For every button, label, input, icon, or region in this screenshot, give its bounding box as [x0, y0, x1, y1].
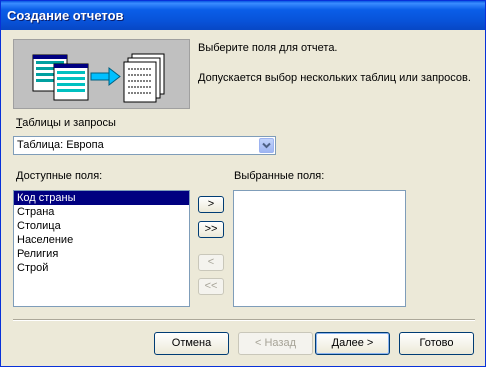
available-field-item[interactable]: Население [14, 233, 189, 247]
intro-text-1: Выберите поля для отчета. [198, 42, 338, 54]
available-fields-mnemonic: Д [16, 170, 24, 182]
available-field-item[interactable]: Столица [14, 219, 189, 233]
available-field-item[interactable]: Код страны [14, 191, 189, 205]
tables-queries-label-text: аблицы и запросы [22, 117, 116, 129]
finish-button[interactable]: Готово [399, 332, 474, 355]
window-title: Создание отчетов [7, 8, 124, 23]
chevron-down-icon [262, 142, 271, 149]
available-field-item[interactable]: Строй [14, 261, 189, 275]
footer-separator [13, 319, 475, 321]
next-button[interactable]: Далее > [315, 332, 390, 355]
available-fields-label: Доступные поля: [16, 170, 102, 182]
intro-text-2: Допускается выбор нескольких таблиц или … [198, 72, 471, 84]
selected-fields-list[interactable] [233, 190, 406, 307]
report-wizard-window: Создание отчетов Выберите поля для отчет… [0, 0, 486, 367]
tables-queries-value: Таблица: Европа [17, 139, 104, 151]
tables-queries-combobox[interactable]: Таблица: Европа [13, 136, 276, 155]
available-field-item[interactable]: Страна [14, 205, 189, 219]
dropdown-button[interactable] [259, 138, 274, 153]
back-button[interactable]: < Назад [238, 332, 313, 355]
remove-all-fields-button[interactable]: << [198, 278, 224, 295]
available-field-item[interactable]: Религия [14, 247, 189, 261]
add-field-button[interactable]: > [198, 196, 224, 213]
title-bar[interactable]: Создание отчетов [1, 1, 485, 30]
remove-field-button[interactable]: < [198, 254, 224, 271]
selected-fields-label: Выбранные поля: [234, 170, 325, 182]
available-fields-label-text: оступные поля: [23, 170, 103, 182]
tables-queries-label: Таблицы и запросы [16, 117, 116, 129]
wizard-illustration [13, 39, 190, 109]
cancel-button[interactable]: Отмена [154, 332, 229, 355]
available-fields-list[interactable]: Код страны Страна Столица Население Рели… [13, 190, 190, 307]
add-all-fields-button[interactable]: >> [198, 221, 224, 238]
